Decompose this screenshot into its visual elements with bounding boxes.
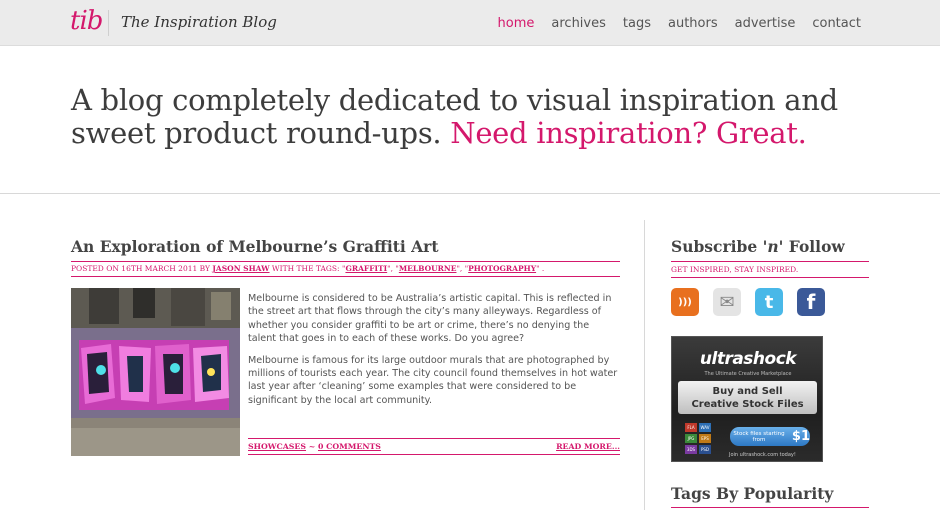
- nav-contact[interactable]: contact: [812, 16, 861, 31]
- column-divider: [644, 220, 645, 510]
- post-links: Showcases ~ 0 Comments: [248, 442, 381, 451]
- meta-tags-label: with the tags:: [271, 264, 340, 273]
- file-type-icon: JPG: [685, 434, 697, 443]
- nav-advertise[interactable]: advertise: [735, 16, 796, 31]
- ad-cta-price: $1: [791, 429, 810, 444]
- nav-authors[interactable]: authors: [668, 16, 718, 31]
- subscribe-title: Subscribe 'n' Follow: [671, 237, 845, 256]
- rss-glyph: ))): [678, 296, 692, 308]
- file-type-icon: WAV: [699, 423, 711, 432]
- sidebar-rule: [671, 277, 869, 278]
- main-nav: home archives tags authors advertise con…: [498, 16, 861, 31]
- nav-home[interactable]: home: [498, 16, 535, 31]
- tag-link-melbourne[interactable]: Melbourne: [399, 264, 457, 273]
- sidebar-rule: [671, 261, 869, 262]
- post-footer: Showcases ~ 0 Comments Read More...: [248, 438, 620, 455]
- comments-link[interactable]: 0 Comments: [318, 442, 381, 451]
- post-meta: Posted on 16th March 2011 by Jason Shaw …: [71, 261, 620, 277]
- subscribe-title-follow: Follow: [788, 237, 845, 256]
- post-title[interactable]: An Exploration of Melbourne’s Graffiti A…: [71, 237, 439, 256]
- graffiti-photo: [71, 288, 240, 456]
- file-type-icon: FLA: [685, 423, 697, 432]
- ad-footer: Join ultrashock.com today!: [729, 452, 796, 458]
- sidebar-rule: [671, 507, 869, 508]
- file-type-icon: 3DS: [685, 445, 697, 454]
- hero-divider: [0, 193, 940, 194]
- post-thumbnail[interactable]: [71, 288, 240, 456]
- file-type-icon: EPS: [699, 434, 711, 443]
- social-links: ))) ✉ t f: [671, 288, 825, 316]
- ad-file-types: FLA WAV JPG EPS 3DS PSD: [685, 423, 711, 454]
- subscribe-title-em: 'n': [762, 237, 784, 256]
- twitter-icon[interactable]: t: [755, 288, 783, 316]
- logo-divider: [108, 10, 109, 36]
- file-type-icon: PSD: [699, 445, 711, 454]
- ad-cta-button[interactable]: Stock files starting from $1: [730, 427, 810, 446]
- tag-link-photography[interactable]: Photography: [468, 264, 536, 273]
- post-excerpt: Melbourne is considered to be Australia’…: [248, 292, 620, 415]
- facebook-glyph: f: [806, 290, 816, 314]
- ad-line2: Creative Stock Files: [691, 399, 804, 410]
- read-more-link[interactable]: Read More...: [556, 442, 620, 451]
- ad-cta-text: Stock files starting from: [733, 430, 785, 443]
- hero-statement: A blog completely dedicated to visual in…: [71, 84, 871, 150]
- ad-headline: Buy and Sell Creative Stock Files: [678, 381, 817, 414]
- ad-brand-sub: The Ultimate Creative Marketplace: [704, 371, 792, 377]
- category-link[interactable]: Showcases: [248, 442, 306, 451]
- author-link[interactable]: Jason Shaw: [212, 264, 269, 273]
- nav-archives[interactable]: archives: [551, 16, 606, 31]
- ad-line1: Buy and Sell: [712, 386, 783, 397]
- rss-icon[interactable]: ))): [671, 288, 699, 316]
- tags-popularity-title: Tags By Popularity: [671, 484, 834, 503]
- nav-tags[interactable]: tags: [623, 16, 651, 31]
- top-bar: tib The Inspiration Blog home archives t…: [0, 0, 940, 46]
- email-glyph: ✉: [719, 291, 735, 313]
- meta-posted-on: Posted on 16th March 2011 by: [71, 264, 210, 273]
- tag-link-graffiti[interactable]: Graffiti: [345, 264, 387, 273]
- sidebar-tagline: Get inspired, stay inspired.: [671, 265, 799, 274]
- facebook-icon[interactable]: f: [797, 288, 825, 316]
- twitter-glyph: t: [764, 291, 774, 313]
- subscribe-title-text: Subscribe: [671, 237, 758, 256]
- ultrashock-ad-banner[interactable]: ultrashock The Ultimate Creative Marketp…: [671, 336, 823, 462]
- email-icon[interactable]: ✉: [713, 288, 741, 316]
- site-logo[interactable]: tib: [70, 6, 103, 36]
- hero-accent: Need inspiration? Great.: [450, 116, 807, 150]
- site-name[interactable]: The Inspiration Blog: [121, 13, 277, 31]
- ad-brand: ultrashock: [699, 349, 797, 369]
- excerpt-paragraph: Melbourne is famous for its large outdoo…: [248, 354, 618, 406]
- excerpt-paragraph: Melbourne is considered to be Australia’…: [248, 293, 612, 345]
